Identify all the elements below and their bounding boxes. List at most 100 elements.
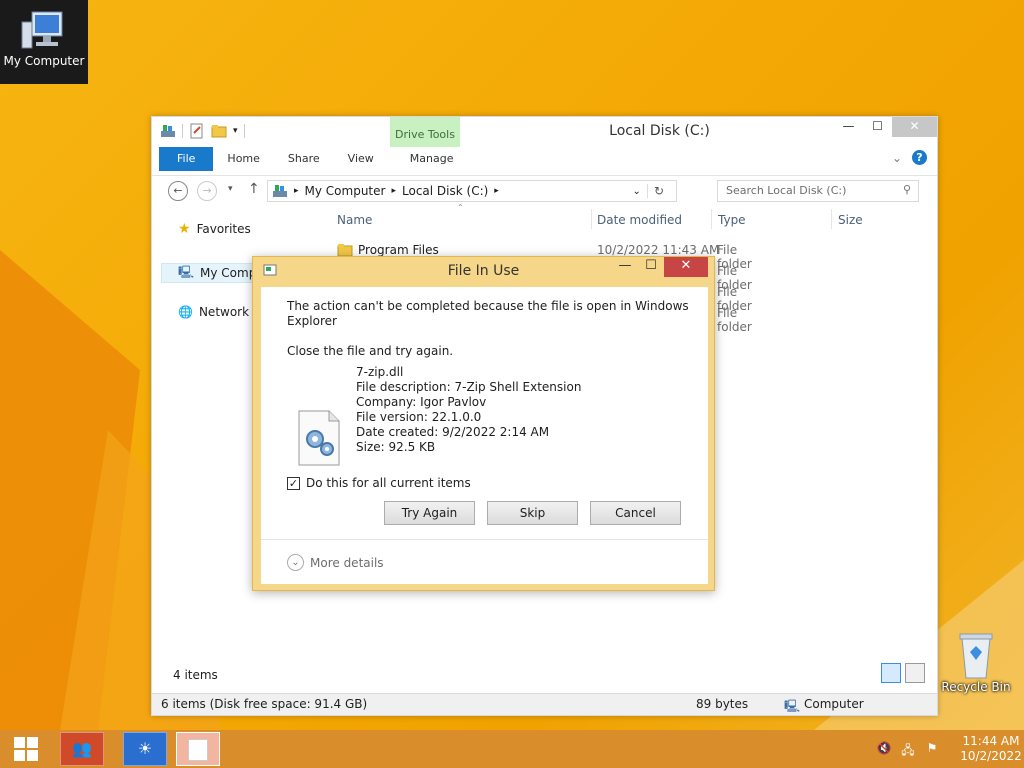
column-separator [711,209,712,229]
apply-to-all-checkbox-row[interactable]: ✓ Do this for all current items [287,476,471,490]
address-dropdown-icon[interactable]: ⌄ [633,186,641,197]
dll-file-icon [298,410,340,466]
file-details: 7-zip.dll File description: 7-Zip Shell … [356,365,581,455]
dialog-message: The action can't be completed because th… [287,299,689,329]
status-zone: Computer [804,697,864,711]
column-header-type[interactable]: Type [718,213,746,227]
star-icon: ★ [178,221,191,237]
taskbar-app-settings[interactable]: ☀ [123,732,167,766]
more-details-label: More details [310,555,384,570]
item-count: 4 items [173,668,218,682]
network-icon[interactable]: 🖧 [900,741,916,757]
row-type: File folder [717,306,752,334]
ribbon-right-controls: ⌄ ? [892,150,927,165]
column-header-name[interactable]: Name [337,213,372,227]
clock-date: 10/2/2022 [960,749,1022,763]
try-again-button[interactable]: Try Again [384,501,475,525]
recycle-bin-icon [959,633,993,679]
dialog-caption-buttons: — ☐ ✕ [612,257,708,277]
help-icon[interactable]: ? [912,150,927,165]
speaker-muted-icon[interactable]: 🔇 [876,741,892,757]
status-bar: 6 items (Disk free space: 91.4 GB) 89 by… [152,693,937,715]
minimize-button[interactable]: — [834,117,863,137]
column-header-size[interactable]: Size [838,213,863,227]
row-name: Program Files [358,243,439,257]
action-center-icon[interactable]: ⚑ [924,741,940,757]
taskbar-app-people[interactable]: 👥 [60,732,104,766]
file-version: File version: 22.1.0.0 [356,410,482,424]
nav-item-favorites[interactable]: ★ Favorites [178,221,251,237]
search-icon: ⚲ [902,183,911,196]
clock[interactable]: 11:44 AM 10/2/2022 [958,734,1024,764]
desktop-icon-my-computer[interactable]: My Computer [0,0,88,84]
sort-arrow-icon: ⌃ [457,203,464,212]
drive-icon [273,185,287,197]
file-name: 7-zip.dll [356,365,404,379]
tab-view[interactable]: View [334,147,388,171]
dialog-divider [261,539,708,540]
file-description: File description: 7-Zip Shell Extension [356,380,582,394]
forward-button[interactable]: → [197,181,217,201]
maximize-button[interactable]: ☐ [638,257,664,277]
more-details-toggle[interactable]: ⌄ More details [287,554,384,571]
search-input[interactable]: Search Local Disk (C:) ⚲ [717,180,919,202]
breadcrumb-local-disk[interactable]: Local Disk (C:) [402,184,488,198]
skip-button[interactable]: Skip [487,501,578,525]
breadcrumb-my-computer[interactable]: My Computer [305,184,386,198]
computer-icon [21,11,63,49]
view-switcher [881,663,925,683]
desktop-icon-label: Recycle Bin [941,680,1011,694]
address-bar[interactable]: ▸ My Computer ▸ Local Disk (C:) ▸ ⌄ ↻ [267,180,677,202]
sun-icon: ☀ [137,739,153,758]
explorer-titlebar[interactable]: ▾ Drive Tools Local Disk (C:) — ☐ ✕ [152,117,937,147]
close-button[interactable]: ✕ [892,117,937,137]
system-tray: 🔇 🖧 ⚑ 11:44 AM 10/2/2022 [868,730,1024,768]
nav-item-label: Network [198,305,250,319]
close-button[interactable]: ✕ [664,257,708,277]
row-date: 10/2/2022 11:43 AM [597,243,720,257]
clock-time: 11:44 AM [962,734,1020,748]
people-icon: 👥 [72,739,92,758]
chevron-down-icon: ⌄ [287,554,304,571]
tab-share[interactable]: Share [274,147,334,171]
start-button[interactable] [0,730,52,768]
apply-to-all-checkbox[interactable]: ✓ [287,476,300,490]
nav-item-network[interactable]: 🌐 Network [178,305,249,319]
computer-icon: 🖳 [178,264,195,279]
navigation-bar: ← → ▾ ↑ ▸ My Computer ▸ Local Disk (C:) … [152,175,937,205]
details-view-button[interactable] [881,663,901,683]
up-arrow-icon[interactable]: ↑ [248,181,260,197]
nav-item-label: Favorites [196,222,251,236]
tab-file[interactable]: File [159,147,214,171]
column-separator [831,209,832,229]
column-separator [591,209,592,229]
computer-icon: 🖳 [784,699,801,713]
status-free-space: 6 items (Disk free space: 91.4 GB) [161,697,368,711]
windows-logo-icon [14,737,38,761]
file-size: Size: 92.5 KB [356,440,436,454]
taskbar-app-explorer[interactable] [176,732,220,766]
expand-ribbon-icon[interactable]: ⌄ [892,151,902,165]
desktop-icon-recycle-bin[interactable]: Recycle Bin [938,630,1014,694]
recent-locations-icon[interactable]: ▾ [228,184,233,194]
dialog-instruction: Close the file and try again. [287,344,454,358]
taskbar: 👥 ☀ 🔇 🖧 ⚑ 11:44 AM 10/2/2022 [0,730,1024,768]
tab-manage[interactable]: Manage [388,147,468,171]
network-icon: 🌐 [178,305,193,319]
chevron-right-icon: ▸ [494,186,499,196]
desktop-icon-label: My Computer [3,54,85,68]
minimize-button[interactable]: — [612,257,638,277]
large-icons-view-button[interactable] [905,663,925,683]
folder-icon [337,244,353,257]
dialog-message-line: The action can't be completed because th… [287,299,689,313]
back-button[interactable]: ← [168,181,188,201]
refresh-icon[interactable]: ↻ [646,184,670,198]
dialog-message-line: Explorer [287,314,337,328]
file-date-created: Date created: 9/2/2022 2:14 AM [356,425,550,439]
column-header-date-modified[interactable]: Date modified [597,213,682,227]
ribbon-tabs: File Home Share View Manage [159,147,467,171]
tab-home[interactable]: Home [213,147,273,171]
dialog-body: The action can't be completed because th… [261,287,708,584]
maximize-button[interactable]: ☐ [863,117,892,137]
cancel-button[interactable]: Cancel [590,501,681,525]
